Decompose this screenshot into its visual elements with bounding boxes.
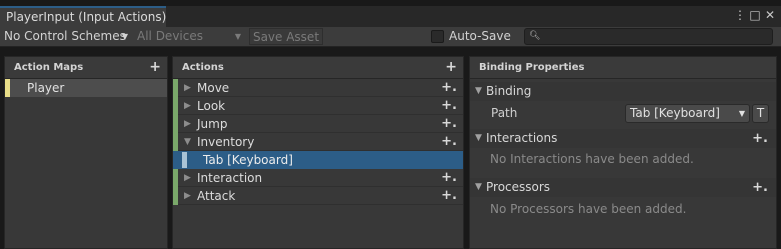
action-label: Look (197, 99, 226, 113)
action-item-move[interactable]: ▶ Move +. (173, 79, 463, 97)
control-schemes-dropdown[interactable]: No Control Schemes ▼ (0, 27, 132, 46)
action-marker (173, 97, 178, 115)
close-icon[interactable]: ✕ (763, 8, 777, 22)
collapse-arrow-icon[interactable]: ▼ (475, 129, 482, 148)
action-map-item-player[interactable]: Player (5, 79, 167, 97)
auto-save-label: Auto-Save (449, 29, 511, 43)
action-item-interaction[interactable]: ▶ Interaction +. (173, 169, 463, 187)
action-label: Inventory (197, 135, 255, 149)
action-marker (173, 133, 178, 151)
text-mode-button[interactable]: T (752, 104, 769, 123)
processors-section-header[interactable]: ▼ Processors +. (470, 178, 776, 197)
control-schemes-label: No Control Schemes (4, 29, 126, 43)
add-binding-button[interactable]: +. (441, 187, 457, 205)
action-item-attack[interactable]: ▶ Attack +. (173, 187, 463, 205)
add-binding-button[interactable]: +. (441, 115, 457, 133)
path-label: Path (491, 106, 518, 120)
path-value: Tab [Keyboard] (630, 106, 720, 120)
expand-arrow-icon[interactable]: ▶ (184, 115, 191, 133)
action-map-label: Player (27, 81, 65, 95)
window-titlebar: PlayerInput (Input Actions) ⋮ □ ✕ (0, 0, 781, 27)
add-binding-button[interactable]: +. (441, 79, 457, 97)
tab-strip (166, 6, 781, 27)
search-icon: 🔍︎ (529, 31, 541, 41)
action-map-marker (5, 79, 10, 97)
binding-properties-title: Binding Properties (479, 62, 585, 73)
interactions-section-header[interactable]: ▼ Interactions +. (470, 129, 776, 148)
expand-arrow-icon[interactable]: ▶ (184, 187, 191, 205)
maximize-icon[interactable]: □ (748, 8, 762, 22)
collapse-arrow-icon[interactable]: ▼ (475, 82, 482, 101)
binding-item-tab-keyboard[interactable]: Tab [Keyboard] (173, 151, 463, 169)
action-marker (173, 79, 178, 97)
add-interaction-button[interactable]: +. (752, 129, 768, 148)
action-maps-header: Action Maps + (5, 57, 167, 79)
processors-empty-message: No Processors have been added. (490, 202, 687, 216)
chevron-down-icon: ▼ (121, 32, 128, 41)
processors-section-label: Processors (486, 180, 551, 194)
chevron-down-icon: ▼ (234, 32, 241, 41)
add-binding-button[interactable]: +. (441, 169, 457, 187)
action-item-jump[interactable]: ▶ Jump +. (173, 115, 463, 133)
auto-save-checkbox[interactable] (431, 30, 444, 43)
toolbar: No Control Schemes ▼ All Devices ▼ Save … (0, 27, 781, 47)
binding-label: Tab [Keyboard] (203, 153, 293, 167)
binding-section-header[interactable]: ▼ Binding (470, 82, 776, 101)
action-maps-title: Action Maps (14, 62, 84, 73)
collapse-arrow-icon[interactable]: ▼ (184, 133, 191, 151)
binding-properties-header: Binding Properties (470, 57, 776, 79)
actions-panel: Actions + ▶ Move +. ▶ Look +. ▶ Jump +. … (172, 56, 464, 249)
add-binding-button[interactable]: +. (441, 133, 457, 151)
action-label: Interaction (197, 171, 263, 185)
binding-marker (182, 152, 187, 168)
binding-section-label: Binding (486, 84, 532, 98)
add-processor-button[interactable]: +. (752, 178, 768, 197)
path-dropdown[interactable]: Tab [Keyboard] ▼ (625, 104, 750, 123)
more-options-icon[interactable]: ⋮ (733, 8, 747, 22)
devices-label: All Devices (137, 29, 203, 43)
expand-arrow-icon[interactable]: ▶ (184, 97, 191, 115)
action-marker (173, 187, 178, 205)
actions-title: Actions (182, 62, 224, 73)
add-action-map-button[interactable]: + (149, 57, 161, 77)
action-label: Move (197, 81, 230, 95)
collapse-arrow-icon[interactable]: ▼ (475, 178, 482, 197)
save-asset-button[interactable]: Save Asset (249, 28, 323, 45)
action-label: Attack (197, 189, 236, 203)
chevron-down-icon: ▼ (738, 109, 745, 118)
action-maps-panel: Action Maps + Player (4, 56, 168, 249)
actions-header: Actions + (173, 57, 463, 79)
devices-dropdown[interactable]: All Devices ▼ (133, 27, 245, 46)
action-label: Jump (197, 117, 228, 131)
action-item-look[interactable]: ▶ Look +. (173, 97, 463, 115)
action-marker (173, 115, 178, 133)
window-tab[interactable]: PlayerInput (Input Actions) (0, 6, 166, 27)
search-input[interactable]: 🔍︎ (524, 28, 773, 45)
interactions-section-label: Interactions (486, 131, 558, 145)
add-action-button[interactable]: + (445, 57, 457, 77)
interactions-empty-message: No Interactions have been added. (490, 152, 694, 166)
add-binding-button[interactable]: +. (441, 97, 457, 115)
expand-arrow-icon[interactable]: ▶ (184, 79, 191, 97)
action-item-inventory[interactable]: ▼ Inventory +. (173, 133, 463, 151)
binding-properties-panel: Binding Properties ▼ Binding Path Tab [K… (469, 56, 777, 249)
action-marker (173, 169, 178, 187)
expand-arrow-icon[interactable]: ▶ (184, 169, 191, 187)
